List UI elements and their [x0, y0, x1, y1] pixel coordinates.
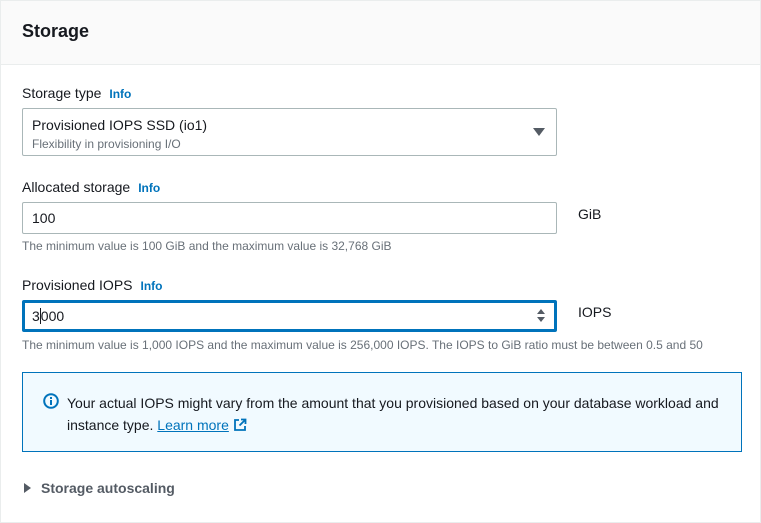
iops-info-alert: Your actual IOPS might vary from the amo…	[22, 372, 742, 452]
storage-type-selected-description: Flexibility in provisioning I/O	[32, 137, 181, 151]
storage-panel: Storage Storage type Info Provisioned IOP…	[0, 0, 761, 523]
allocated-storage-label: Allocated storage	[22, 179, 131, 195]
provisioned-iops-input[interactable]: 3000	[22, 300, 557, 332]
provisioned-iops-label-row: Provisioned IOPS Info	[22, 277, 163, 293]
provisioned-iops-info-link[interactable]: Info	[141, 279, 163, 293]
provisioned-iops-value-before-cursor: 3	[32, 308, 40, 324]
allocated-storage-value: 100	[32, 210, 56, 226]
learn-more-link[interactable]: Learn more	[157, 417, 229, 433]
external-link-icon[interactable]	[233, 418, 247, 432]
info-circle-icon	[43, 393, 59, 409]
allocated-storage-label-row: Allocated storage Info	[22, 179, 160, 195]
allocated-storage-constraint: The minimum value is 100 GiB and the max…	[22, 239, 392, 253]
storage-type-selected-value: Provisioned IOPS SSD (io1)	[32, 117, 208, 133]
storage-type-label-row: Storage type Info	[22, 85, 131, 101]
storage-type-label: Storage type	[22, 85, 102, 101]
caret-down-icon	[533, 128, 545, 136]
stepper-down-icon[interactable]	[537, 317, 545, 322]
provisioned-iops-value-after-cursor: 000	[40, 308, 65, 324]
alert-message: Your actual IOPS might vary from the amo…	[67, 392, 727, 436]
stepper-arrows-icon[interactable]	[537, 309, 545, 323]
panel-title: Storage	[22, 21, 90, 41]
stepper-up-icon[interactable]	[537, 309, 545, 314]
storage-type-info-link[interactable]: Info	[109, 87, 131, 101]
provisioned-iops-label: Provisioned IOPS	[22, 277, 133, 293]
allocated-storage-input[interactable]: 100	[22, 202, 557, 234]
caret-right-icon	[24, 483, 31, 493]
learn-more-label: Learn more	[157, 417, 229, 433]
allocated-storage-unit: GiB	[578, 206, 602, 222]
storage-type-select[interactable]: Provisioned IOPS SSD (io1) Flexibility i…	[22, 108, 557, 156]
allocated-storage-info-link[interactable]: Info	[138, 181, 160, 195]
provisioned-iops-unit: IOPS	[578, 304, 612, 320]
storage-autoscaling-label: Storage autoscaling	[41, 480, 175, 496]
provisioned-iops-constraint: The minimum value is 1,000 IOPS and the …	[22, 338, 703, 352]
panel-header: Storage	[1, 1, 760, 65]
